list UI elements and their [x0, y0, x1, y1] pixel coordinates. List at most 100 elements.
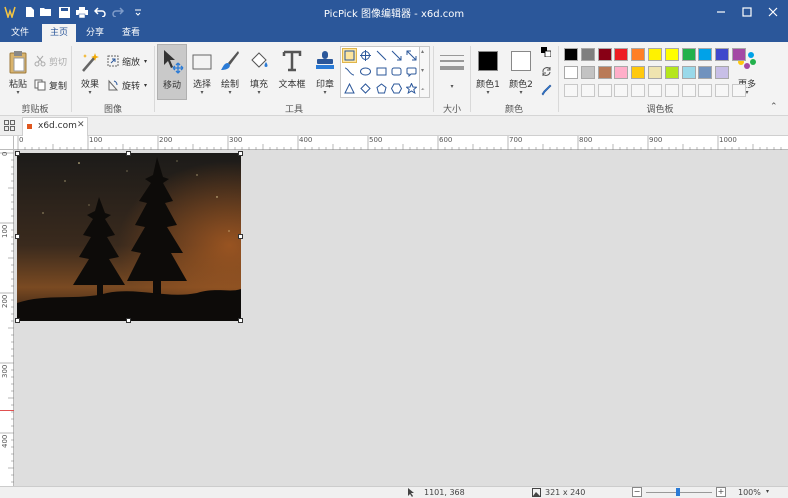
palette-swatch[interactable]: [648, 66, 662, 79]
palette-swatch[interactable]: [564, 48, 578, 61]
chevron-down-icon: ▾: [486, 89, 490, 96]
palette-swatch[interactable]: [681, 66, 696, 79]
eyedropper-icon[interactable]: [541, 84, 552, 99]
palette-swatch[interactable]: [580, 66, 595, 79]
window-title: PicPick 图像编辑器 - x6d.com: [323, 9, 465, 20]
resize-handle-right[interactable]: [238, 234, 243, 239]
palette-swatch-empty[interactable]: [648, 84, 662, 97]
palette-swatch[interactable]: [597, 48, 612, 61]
palette-swatch[interactable]: [597, 66, 612, 79]
line-size-button[interactable]: ▾: [438, 44, 466, 100]
shapes-gallery-scroll[interactable]: ▴ ▾ ⩡: [420, 46, 430, 98]
image-canvas[interactable]: [17, 153, 241, 321]
shape-triangle-icon[interactable]: [342, 81, 357, 96]
shape-curve-icon[interactable]: [342, 64, 357, 79]
palette-swatch-empty[interactable]: [614, 84, 629, 97]
palette-swatch[interactable]: [631, 66, 646, 79]
palette-swatch[interactable]: [732, 48, 746, 61]
resize-handle-left[interactable]: [15, 234, 20, 239]
textbox-tool-button[interactable]: 文本框: [277, 44, 307, 100]
document-tab[interactable]: x6d.com ✕: [22, 117, 88, 136]
tab-share[interactable]: 分享: [78, 24, 112, 42]
shape-rectangle-select-icon[interactable]: [342, 48, 357, 63]
zoom-slider-thumb[interactable]: [676, 488, 680, 496]
shape-rectangle-icon[interactable]: [374, 64, 389, 79]
resize-handle-top[interactable]: [126, 151, 131, 156]
effects-button[interactable]: 效果 ▾: [76, 44, 104, 100]
color1-button[interactable]: 颜色1 ▾: [474, 44, 502, 100]
shape-ellipse-icon[interactable]: [358, 64, 373, 79]
swap-colors-icon[interactable]: [541, 66, 552, 80]
shape-pentagon-icon[interactable]: [374, 81, 389, 96]
palette-swatch-empty[interactable]: [564, 84, 578, 97]
resize-handle-top-right[interactable]: [238, 151, 243, 156]
palette-swatch[interactable]: [698, 48, 713, 61]
palette-swatch[interactable]: [564, 66, 578, 79]
tab-view[interactable]: 查看: [114, 24, 148, 42]
resize-handle-bottom[interactable]: [126, 318, 131, 323]
resize-button[interactable]: 缩放 ▾: [107, 52, 147, 70]
palette-swatch[interactable]: [664, 48, 679, 61]
shape-arrow-icon[interactable]: [389, 48, 404, 63]
zoom-level[interactable]: 100%: [738, 488, 761, 497]
resize-handle-bottom-left[interactable]: [15, 318, 20, 323]
move-tool-button[interactable]: 移动: [157, 44, 187, 100]
zoom-in-button[interactable]: +: [716, 487, 726, 497]
palette-swatch[interactable]: [580, 48, 595, 61]
scroll-up-icon[interactable]: ▴: [421, 48, 424, 55]
shape-crosshair-icon[interactable]: [358, 48, 373, 63]
close-tab-icon[interactable]: ✕: [77, 120, 85, 130]
shape-double-arrow-icon[interactable]: [404, 48, 419, 63]
color2-button[interactable]: 颜色2 ▾: [507, 44, 535, 100]
palette-swatch[interactable]: [698, 66, 713, 79]
close-button[interactable]: [760, 0, 786, 24]
palette-swatch-empty[interactable]: [631, 84, 646, 97]
shape-speech-bubble-icon[interactable]: [404, 64, 419, 79]
paste-button[interactable]: 粘贴 ▾: [4, 44, 32, 100]
collapse-ribbon-icon[interactable]: ⌃: [770, 102, 778, 112]
shape-diamond-icon[interactable]: [358, 81, 373, 96]
h-ruler-label: 600: [439, 136, 453, 144]
palette-swatch-empty[interactable]: [698, 84, 713, 97]
palette-swatch[interactable]: [681, 48, 696, 61]
palette-swatch[interactable]: [614, 48, 629, 61]
palette-swatch[interactable]: [648, 48, 662, 61]
palette-swatch-empty[interactable]: [597, 84, 612, 97]
palette-swatch-empty[interactable]: [580, 84, 595, 97]
fill-tool-button[interactable]: 填充 ▾: [245, 44, 273, 100]
palette-swatch-empty[interactable]: [715, 84, 730, 97]
select-rectangle-icon: [192, 54, 212, 70]
palette-swatch-empty[interactable]: [681, 84, 696, 97]
scissors-icon: [34, 55, 46, 67]
palette-swatch[interactable]: [614, 66, 629, 79]
palette-swatch[interactable]: [715, 48, 730, 61]
shape-star-icon[interactable]: [404, 81, 419, 96]
tab-file[interactable]: 文件: [0, 24, 40, 42]
copy-button[interactable]: 复制: [34, 76, 67, 94]
resize-handle-bottom-right[interactable]: [238, 318, 243, 323]
default-colors-icon[interactable]: [541, 47, 552, 60]
shape-hexagon-icon[interactable]: [389, 81, 404, 96]
palette-swatch[interactable]: [715, 66, 730, 79]
grid-view-icon[interactable]: [4, 120, 15, 134]
palette-swatch[interactable]: [664, 66, 679, 79]
rotate-button[interactable]: 旋转 ▾: [107, 76, 147, 94]
resize-handle-top-left[interactable]: [15, 151, 20, 156]
minimize-button[interactable]: [708, 0, 734, 24]
chevron-down-icon: ▾: [200, 89, 204, 96]
cut-button[interactable]: 剪切: [34, 52, 67, 70]
stamp-tool-button[interactable]: 印章 ▾: [311, 44, 339, 100]
maximize-button[interactable]: [734, 0, 760, 24]
shape-rounded-rectangle-icon[interactable]: [389, 64, 404, 79]
select-tool-button[interactable]: 选择 ▾: [189, 44, 215, 100]
zoom-dropdown-icon[interactable]: ▾: [766, 488, 769, 495]
scroll-down-icon[interactable]: ▾: [421, 67, 424, 74]
tab-home[interactable]: 主页: [42, 24, 76, 42]
draw-tool-button[interactable]: 绘制 ▾: [217, 44, 243, 100]
gallery-expand-icon[interactable]: ⩡: [421, 86, 424, 94]
palette-swatch[interactable]: [631, 48, 646, 61]
shape-line-icon[interactable]: [374, 48, 389, 63]
palette-swatch-empty[interactable]: [664, 84, 679, 97]
zoom-out-button[interactable]: −: [632, 487, 642, 497]
palette-swatch-empty[interactable]: [732, 84, 746, 97]
